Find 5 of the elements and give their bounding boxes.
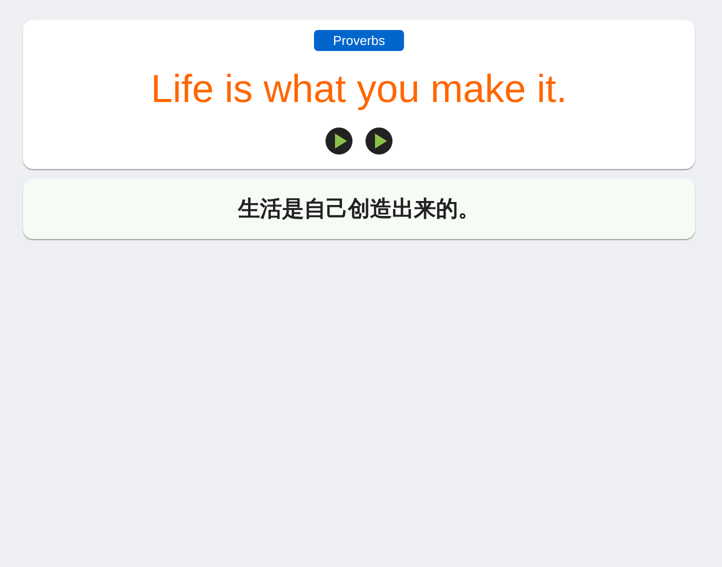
category-label: Proverbs [314, 30, 404, 51]
phrase-text: Life is what you make it. [150, 69, 568, 111]
play-button[interactable] [325, 127, 353, 155]
play-button[interactable] [365, 127, 393, 155]
translation-text: 生活是自己创造出来的。 [236, 196, 481, 224]
